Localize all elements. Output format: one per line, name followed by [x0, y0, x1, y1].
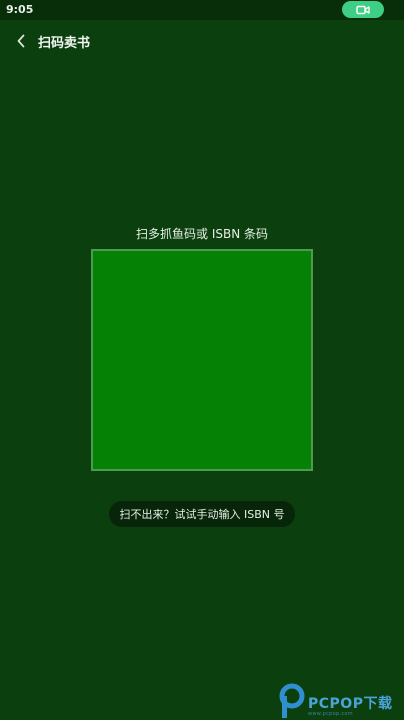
manual-isbn-entry-button[interactable]: 扫不出来？试试手动输入 ISBN 号: [109, 501, 295, 527]
app-bar: 扫码卖书: [0, 28, 404, 54]
manual-isbn-entry-label: 扫不出来？试试手动输入 ISBN 号: [119, 508, 285, 521]
video-camera-icon: [356, 5, 370, 14]
scan-sell-books-screen: 9:05 扫码卖书 扫多抓鱼码或 ISBN 条码 扫不出来？试试手动输入 ISB…: [0, 0, 404, 720]
chevron-left-icon: [17, 34, 25, 48]
watermark-text: PCPOP下载: [308, 696, 393, 712]
watermark: PCPOP下载 www.pcpop.com: [278, 683, 404, 720]
page-title: 扫码卖书: [38, 36, 91, 51]
status-time: 9:05: [6, 3, 34, 16]
pcpop-logo-icon: [279, 683, 305, 718]
scan-viewfinder: [91, 249, 313, 471]
watermark-subtext: www.pcpop.com: [308, 711, 353, 717]
status-bar: 9:05: [0, 0, 404, 20]
scan-hint-text: 扫多抓鱼码或 ISBN 条码: [136, 227, 268, 241]
back-button[interactable]: [10, 30, 32, 52]
screen-record-indicator[interactable]: [342, 1, 384, 18]
